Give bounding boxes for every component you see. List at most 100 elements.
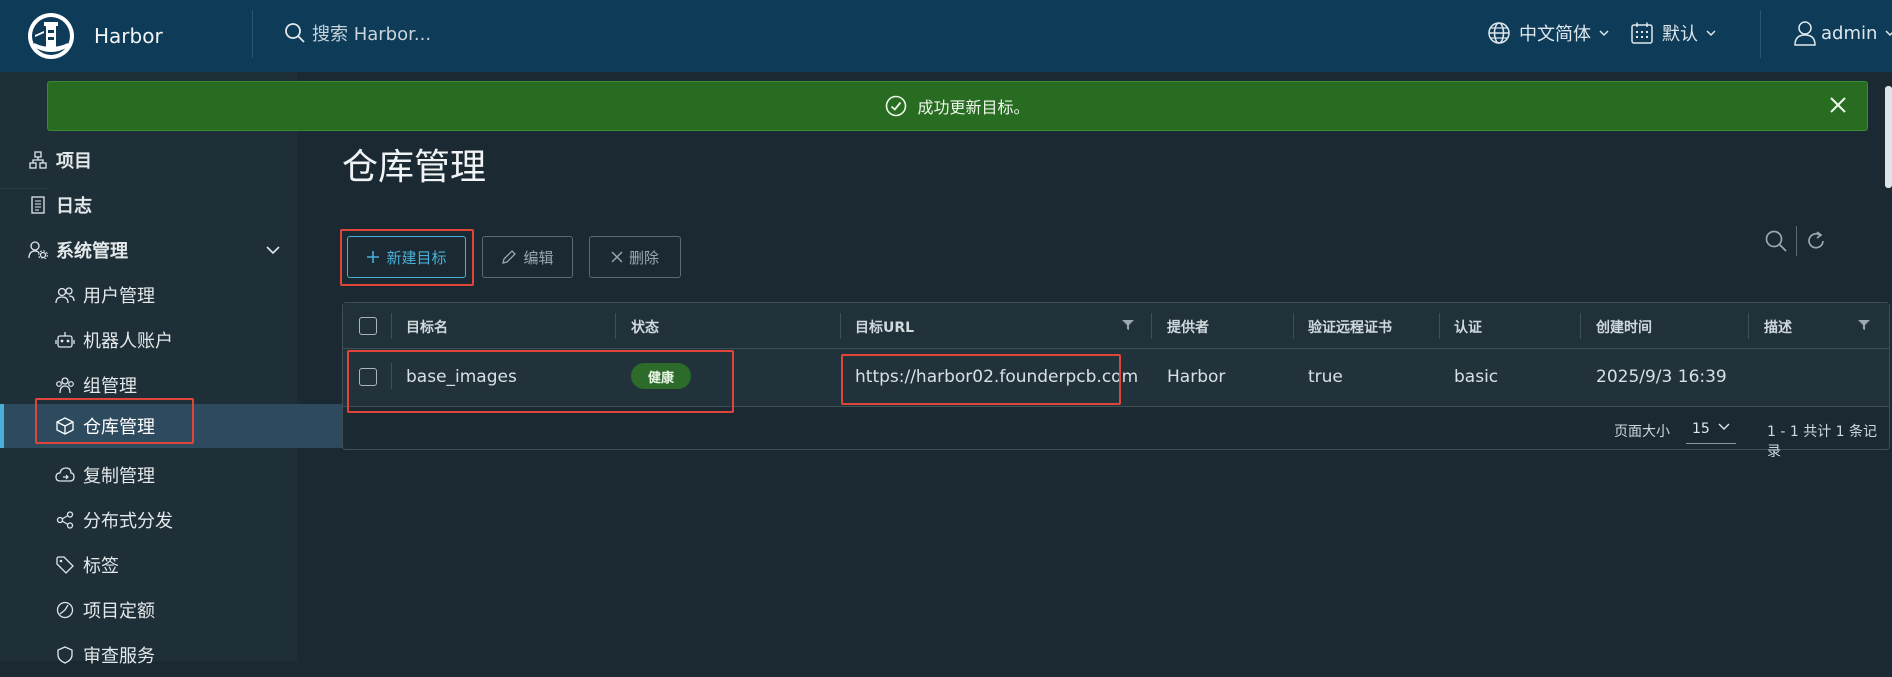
pagination-summary: 1 - 1 共计 1 条记录 xyxy=(1767,424,1878,460)
search-icon xyxy=(285,23,305,43)
alert-message: 成功更新目标。 xyxy=(917,98,1030,117)
column-divider xyxy=(1748,313,1749,339)
chevron-down-icon xyxy=(1599,30,1609,37)
cell-provider: Harbor xyxy=(1167,367,1226,387)
sidebar-item-label: 组管理 xyxy=(83,376,137,397)
sidebar: 项目 日志 系统管理 用户管理 机器人账户 组管理 仓库管理 复制管理 分布式分… xyxy=(0,72,352,667)
column-header-name[interactable]: 目标名 xyxy=(406,317,448,337)
cell-verify-cert: true xyxy=(1308,367,1343,387)
page-size-select[interactable]: 15 xyxy=(1686,415,1736,444)
top-header: Harbor 搜索 Harbor... 中文简体 默认 admin xyxy=(0,0,1892,72)
user-icon xyxy=(1794,21,1816,46)
column-divider xyxy=(391,313,392,339)
sidebar-item-quotas[interactable]: 项目定额 xyxy=(0,588,352,632)
sidebar-item-label: 系统管理 xyxy=(56,241,128,262)
check-circle-icon xyxy=(886,95,907,117)
highlight-box xyxy=(35,398,194,444)
column-header-url[interactable]: 目标URL xyxy=(855,317,914,337)
sidebar-item-label: 标签 xyxy=(83,556,119,577)
delete-button[interactable]: 删除 xyxy=(589,236,681,278)
close-icon xyxy=(611,251,623,263)
admin-icon xyxy=(28,240,48,260)
chevron-down-icon[interactable] xyxy=(265,245,281,255)
robot-icon xyxy=(55,330,75,350)
harbor-logo-icon xyxy=(28,13,74,59)
sidebar-item-labels[interactable]: 标签 xyxy=(0,543,352,587)
filter-icon[interactable] xyxy=(1122,319,1134,331)
button-label: 删除 xyxy=(628,248,659,267)
sidebar-item-label: 分布式分发 xyxy=(83,511,173,532)
global-search[interactable]: 搜索 Harbor... xyxy=(284,20,431,46)
distribution-icon xyxy=(55,510,75,530)
replication-icon xyxy=(55,465,75,485)
projects-icon xyxy=(28,150,48,170)
column-divider xyxy=(840,313,841,339)
sidebar-item-label: 用户管理 xyxy=(83,286,155,307)
cell-created: 2025/9/3 16:39 xyxy=(1596,367,1727,387)
header-divider xyxy=(1760,10,1761,58)
table-toolbar xyxy=(1764,226,1827,256)
sidebar-item-label: 项目定额 xyxy=(83,601,155,622)
column-header-created[interactable]: 创建时间 xyxy=(1596,317,1652,337)
column-divider xyxy=(1580,313,1581,339)
quota-icon xyxy=(55,600,75,620)
date-format-selector[interactable]: 默认 xyxy=(1630,20,1716,46)
sidebar-item-administration[interactable]: 系统管理 xyxy=(0,228,325,272)
language-label: 中文简体 xyxy=(1519,24,1591,45)
refresh-icon[interactable] xyxy=(1805,230,1827,252)
column-divider xyxy=(1293,313,1294,339)
brand-name: Harbor xyxy=(94,24,163,48)
column-header-status[interactable]: 状态 xyxy=(631,317,659,337)
column-header-provider[interactable]: 提供者 xyxy=(1167,317,1209,337)
sidebar-item-logs[interactable]: 日志 xyxy=(0,183,325,227)
column-header-description[interactable]: 描述 xyxy=(1764,317,1792,337)
calendar-icon xyxy=(1631,22,1653,44)
chevron-down-icon xyxy=(1885,30,1892,37)
success-alert: 成功更新目标。 xyxy=(47,81,1868,131)
sidebar-item-users[interactable]: 用户管理 xyxy=(0,273,352,317)
sidebar-item-label: 机器人账户 xyxy=(83,331,173,352)
logs-icon xyxy=(28,195,48,215)
column-divider xyxy=(1439,313,1440,339)
date-format-label: 默认 xyxy=(1662,24,1698,45)
search-icon[interactable] xyxy=(1764,229,1788,253)
table-footer: 页面大小 15 1 - 1 共计 1 条记录 xyxy=(343,407,1889,460)
header-divider xyxy=(252,10,253,58)
language-selector[interactable]: 中文简体 xyxy=(1487,20,1609,46)
highlight-box xyxy=(841,354,1121,405)
toolbar-divider xyxy=(1796,226,1797,256)
user-menu[interactable]: admin xyxy=(1793,20,1892,46)
shield-icon xyxy=(55,645,75,665)
button-label: 编辑 xyxy=(523,248,554,267)
chevron-down-icon xyxy=(1706,30,1716,37)
scrollbar-thumb[interactable] xyxy=(1885,86,1892,188)
sidebar-item-replications[interactable]: 复制管理 xyxy=(0,453,352,497)
table-header: 目标名 状态 目标URL 提供者 验证远程证书 认证 创建时间 描述 xyxy=(343,303,1889,349)
column-divider xyxy=(615,313,616,339)
user-name: admin xyxy=(1821,22,1878,44)
sidebar-item-label: 日志 xyxy=(56,196,92,217)
edit-button[interactable]: 编辑 xyxy=(482,236,573,278)
column-divider xyxy=(1151,313,1152,339)
page-title: 仓库管理 xyxy=(342,147,487,188)
sidebar-item-label: 项目 xyxy=(56,151,92,172)
brand[interactable]: Harbor xyxy=(0,0,252,72)
page-size-value: 15 xyxy=(1692,421,1710,437)
search-input[interactable]: 搜索 Harbor... xyxy=(312,20,431,46)
close-icon[interactable] xyxy=(1827,94,1849,116)
highlight-box xyxy=(347,350,734,413)
tag-icon xyxy=(55,555,75,575)
users-icon xyxy=(55,285,75,305)
filter-icon[interactable] xyxy=(1858,319,1870,331)
select-all-checkbox[interactable] xyxy=(359,317,377,335)
sidebar-item-projects[interactable]: 项目 xyxy=(0,138,325,182)
globe-icon xyxy=(1488,22,1510,44)
sidebar-item-robot-accounts[interactable]: 机器人账户 xyxy=(0,318,352,362)
sidebar-item-distributions[interactable]: 分布式分发 xyxy=(0,498,352,542)
sidebar-item-interrogation-services[interactable]: 审查服务 xyxy=(0,633,352,677)
column-header-auth[interactable]: 认证 xyxy=(1454,317,1482,337)
sidebar-item-label: 审查服务 xyxy=(83,646,155,667)
chevron-down-icon xyxy=(1718,423,1730,430)
column-header-verify-cert[interactable]: 验证远程证书 xyxy=(1308,317,1392,337)
cell-auth: basic xyxy=(1454,367,1499,387)
